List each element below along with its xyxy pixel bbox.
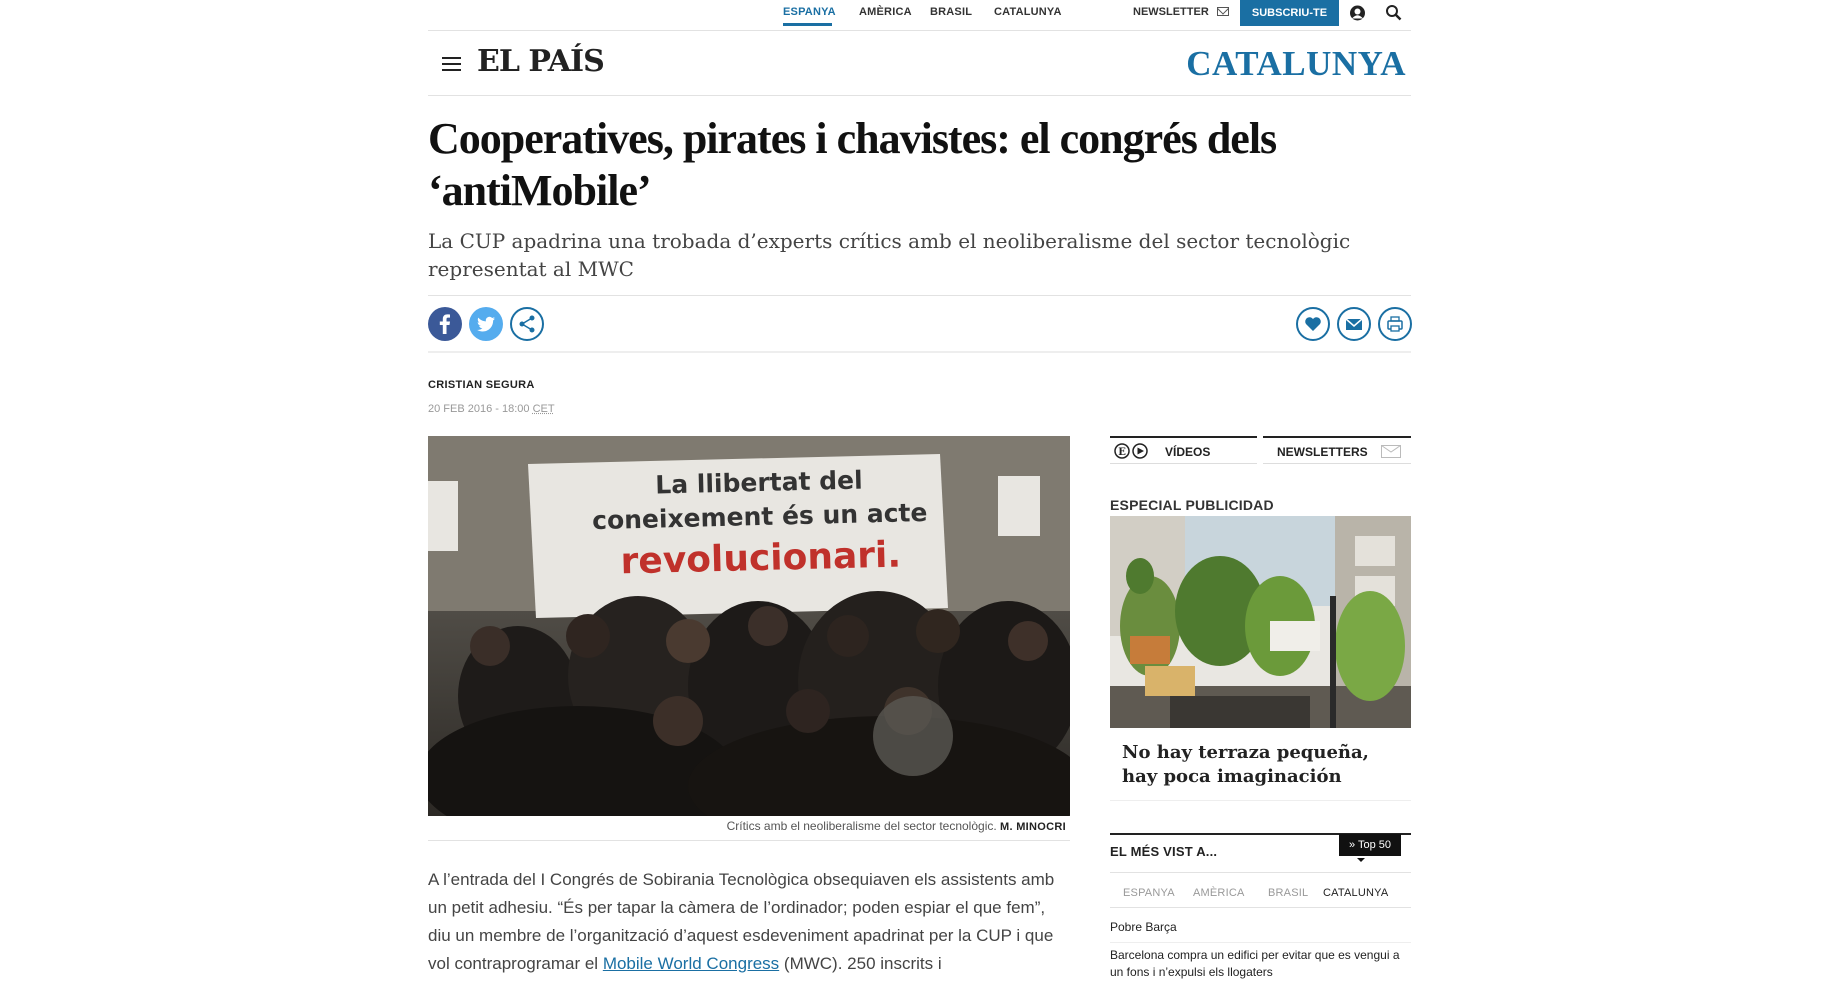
facebook-share-button[interactable] [428, 307, 462, 341]
caption-text: Crítics amb el neoliberalisme del sector… [727, 819, 997, 833]
most-viewed-tab-catalunya[interactable]: CATALUNYA [1323, 887, 1388, 899]
divider [428, 295, 1411, 296]
body-link[interactable]: Mobile World Congress [603, 954, 779, 973]
share-button[interactable] [510, 307, 544, 341]
divider [1110, 907, 1411, 908]
edition-link-america[interactable]: AMÈRICA [859, 6, 912, 18]
tab-newsletters-label: NEWSLETTERS [1277, 445, 1368, 459]
article-photo: La llibertat del coneixement és un acte … [428, 436, 1070, 816]
most-viewed-tab-america[interactable]: AMÈRICA [1193, 887, 1245, 899]
tab-newsletters[interactable]: NEWSLETTERS [1263, 436, 1411, 464]
photo-caption: Crítics amb el neoliberalisme del sector… [428, 819, 1066, 833]
print-button[interactable] [1378, 307, 1412, 341]
email-share-button[interactable] [1337, 307, 1371, 341]
most-viewed-title: EL MÉS VIST A... [1110, 844, 1217, 859]
author-byline[interactable]: CRISTIAN SEGURA [428, 379, 535, 391]
favorite-icon [1298, 309, 1328, 339]
banner-line: revolucionari. [570, 529, 951, 588]
print-icon [1380, 309, 1410, 339]
divider [428, 30, 1411, 31]
svg-text:E: E [1118, 447, 1126, 458]
timezone-abbr: CET [533, 403, 555, 415]
top-navigation: ESPANYA AMÈRICA BRASIL CATALUNYA NEWSLET… [0, 0, 1839, 26]
banner: La llibertat del coneixement és un acte … [569, 461, 952, 588]
mail-icon [1381, 445, 1401, 458]
tab-videos-label: VÍDEOS [1165, 445, 1210, 459]
site-logo[interactable]: EL PAÍS [477, 44, 604, 79]
sponsored-label: ESPECIAL PUBLICIDAD [1110, 497, 1274, 513]
article-subheadline: La CUP apadrina una trobada d’experts cr… [428, 227, 1408, 283]
article-body: A l’entrada del I Congrés de Sobirania T… [428, 866, 1068, 978]
divider [428, 95, 1411, 96]
facebook-icon [428, 307, 462, 341]
edition-link-catalunya[interactable]: CATALUNYA [994, 6, 1062, 18]
divider [428, 840, 1070, 841]
publish-date-text: 20 FEB 2016 - 18:00 [428, 403, 530, 415]
subscribe-button[interactable]: SUBSCRIU-TE [1240, 0, 1339, 26]
active-edition-indicator [783, 23, 832, 26]
article-headline: Cooperatives, pirates i chavistes: el co… [428, 113, 1288, 217]
publish-date: 20 FEB 2016 - 18:00 CET [428, 403, 555, 415]
edition-link-brasil[interactable]: BRASIL [930, 6, 972, 18]
sponsored-image[interactable] [1110, 516, 1411, 728]
share-icon [512, 309, 542, 339]
most-viewed-tab-espanya[interactable]: ESPANYA [1123, 887, 1175, 899]
most-viewed-item[interactable]: Pobre Barça [1110, 919, 1410, 936]
top50-button[interactable]: » Top 50 [1339, 834, 1401, 856]
body-text: (MWC). 250 inscrits i [779, 954, 941, 973]
divider [428, 351, 1411, 353]
play-icon: E [1114, 443, 1154, 459]
photo-credit: M. MINOCRI [1000, 821, 1066, 833]
divider [1110, 942, 1411, 943]
twitter-icon [469, 307, 503, 341]
newsletter-link[interactable]: NEWSLETTER [1133, 6, 1209, 18]
favorite-button[interactable] [1296, 307, 1330, 341]
twitter-share-button[interactable] [469, 307, 503, 341]
divider [1110, 800, 1411, 801]
hamburger-icon[interactable] [442, 57, 461, 72]
divider [1110, 872, 1411, 873]
tab-videos[interactable]: E VÍDEOS [1110, 436, 1257, 464]
email-icon [1339, 309, 1369, 339]
user-icon[interactable] [1349, 5, 1366, 21]
edition-link-espanya[interactable]: ESPANYA [783, 6, 836, 18]
most-viewed-item[interactable]: Barcelona compra un edifici per evitar q… [1110, 947, 1410, 981]
search-icon[interactable] [1385, 4, 1402, 21]
sponsored-title[interactable]: No hay terraza pequeña, hay poca imagina… [1122, 741, 1402, 789]
section-title[interactable]: CATALUNYA [1186, 44, 1406, 84]
mail-icon[interactable] [1217, 7, 1229, 16]
most-viewed-tab-brasil[interactable]: BRASIL [1268, 887, 1308, 899]
